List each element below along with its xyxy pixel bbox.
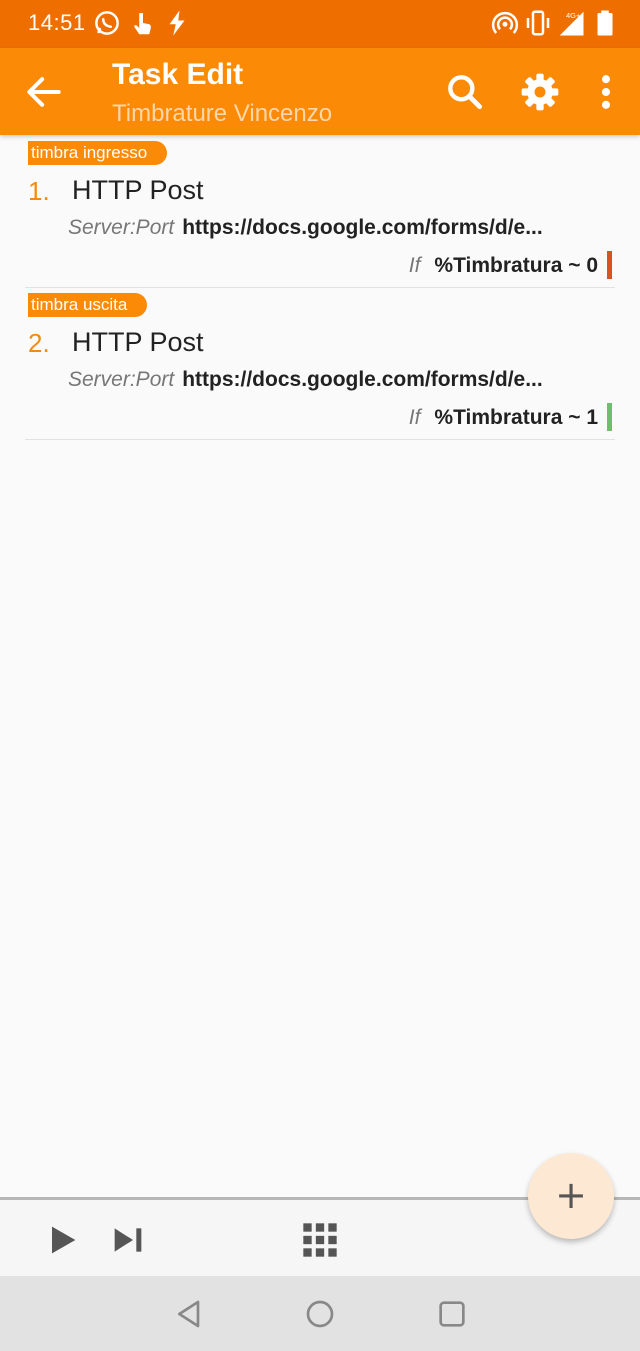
divider [25,439,615,440]
settings-icon[interactable] [518,70,562,114]
back-triangle-icon[interactable] [174,1298,206,1330]
play-icon[interactable] [42,1220,82,1260]
status-bar: 14:51 4G+ [0,0,640,48]
status-time: 14:51 [28,10,86,35]
action-condition: If %Timbratura ~ 0 [409,254,598,278]
param-key: Server:Port [68,216,175,239]
more-vert-icon[interactable] [584,70,628,114]
condition-key: If [408,406,421,429]
action-condition: If %Timbratura ~ 1 [409,406,598,430]
touch-icon [134,13,151,35]
action-number: 1. [28,176,50,206]
action-param: Server:Port https://docs.google.com/forms… [68,368,543,392]
action-label-badge: timbra ingresso [28,141,168,165]
condition-status-bar [607,403,612,431]
whatsapp-icon [95,11,119,35]
action-number: 2. [28,328,50,358]
action-name: HTTP Post [72,175,204,205]
flash-icon [169,10,185,36]
param-key: Server:Port [68,368,175,391]
param-value: https://docs.google.com/forms/d/e... [182,216,543,239]
battery-icon [597,10,613,36]
list-item-action-1[interactable]: timbra ingresso 1. HTTP Post Server:Port… [0,135,640,288]
grid-icon[interactable] [300,1220,340,1260]
condition-status-bar [607,251,612,279]
system-nav-bar [0,1276,640,1351]
step-icon[interactable] [108,1220,148,1260]
param-value: https://docs.google.com/forms/d/e... [182,368,543,391]
page-subtitle: Timbrature Vincenzo [112,100,333,127]
action-param: Server:Port https://docs.google.com/forms… [68,216,543,240]
recents-square-icon[interactable] [436,1298,468,1330]
svg-text:4G+: 4G+ [566,11,581,20]
list-item-action-2[interactable]: timbra uscita 2. HTTP Post Server:Port ht… [0,287,640,440]
condition-value: %Timbratura ~ 0 [434,254,598,277]
condition-key: If [408,254,421,277]
action-name: HTTP Post [72,327,204,357]
page-title: Task Edit [112,58,244,91]
app-bar: Task Edit Timbrature Vincenzo [0,48,640,135]
action-label-badge: timbra uscita [28,293,148,317]
search-icon[interactable] [443,70,487,114]
back-arrow-icon[interactable] [22,70,66,114]
vibrate-icon [526,10,550,36]
home-circle-icon[interactable] [304,1298,336,1330]
add-action-button[interactable]: + [528,1153,614,1239]
signal-4g-icon: 4G+ [559,11,584,36]
condition-value: %Timbratura ~ 1 [434,406,598,429]
add-icon: + [555,1173,587,1217]
hotspot-icon [491,11,519,34]
